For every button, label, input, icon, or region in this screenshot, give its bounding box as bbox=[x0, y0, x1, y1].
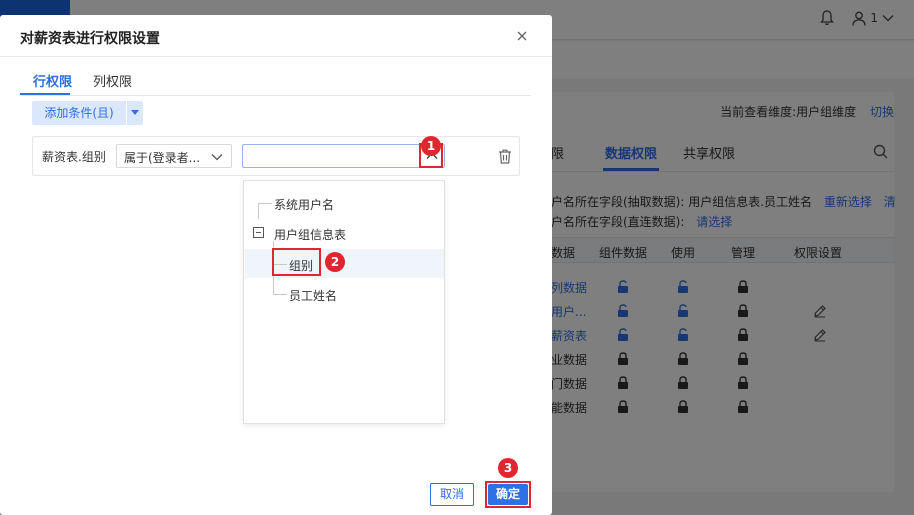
tree-line bbox=[258, 203, 259, 219]
dialog-divider bbox=[0, 56, 552, 57]
step-marker-1: 1 bbox=[421, 136, 441, 156]
dialog-tabs: 行权限 列权限 bbox=[20, 69, 531, 96]
close-icon[interactable] bbox=[515, 29, 529, 43]
tree-item-user-group-table[interactable]: 用户组信息表 bbox=[274, 226, 346, 243]
trash-icon[interactable] bbox=[498, 149, 512, 167]
tab-column-permission[interactable]: 列权限 bbox=[93, 71, 132, 90]
value-select[interactable] bbox=[242, 144, 445, 168]
tree-item-system-username[interactable]: 系统用户名 bbox=[274, 196, 334, 213]
condition-row: 薪资表.组别 属于(登录者... bbox=[32, 136, 520, 176]
highlight-box-group bbox=[272, 248, 321, 276]
operator-value: 属于(登录者... bbox=[124, 151, 201, 165]
add-condition-button[interactable]: 添加条件(且) bbox=[32, 101, 126, 125]
add-condition-button-group: 添加条件(且) bbox=[32, 101, 143, 125]
cancel-button[interactable]: 取消 bbox=[430, 483, 474, 506]
field-tree-dropdown: 系统用户名 用户组信息表 组别 员工姓名 bbox=[243, 180, 445, 424]
tab-row-permission[interactable]: 行权限 bbox=[33, 71, 72, 90]
operator-select[interactable]: 属于(登录者... bbox=[116, 144, 232, 168]
dialog-title: 对薪资表进行权限设置 bbox=[20, 31, 160, 47]
collapse-icon[interactable] bbox=[253, 227, 264, 238]
chevron-down-icon bbox=[211, 154, 223, 161]
tree-line bbox=[258, 203, 272, 204]
add-condition-dropdown[interactable] bbox=[127, 101, 143, 125]
ok-button[interactable]: 确定 bbox=[488, 484, 528, 505]
condition-field: 薪资表.组别 bbox=[42, 150, 106, 164]
tree-line bbox=[273, 294, 287, 295]
caret-down-icon bbox=[131, 110, 139, 115]
tree-item-employee-name[interactable]: 员工姓名 bbox=[289, 287, 337, 304]
step-marker-3: 3 bbox=[498, 458, 518, 478]
active-tab-underline bbox=[20, 93, 70, 95]
step-marker-2: 2 bbox=[325, 252, 345, 272]
